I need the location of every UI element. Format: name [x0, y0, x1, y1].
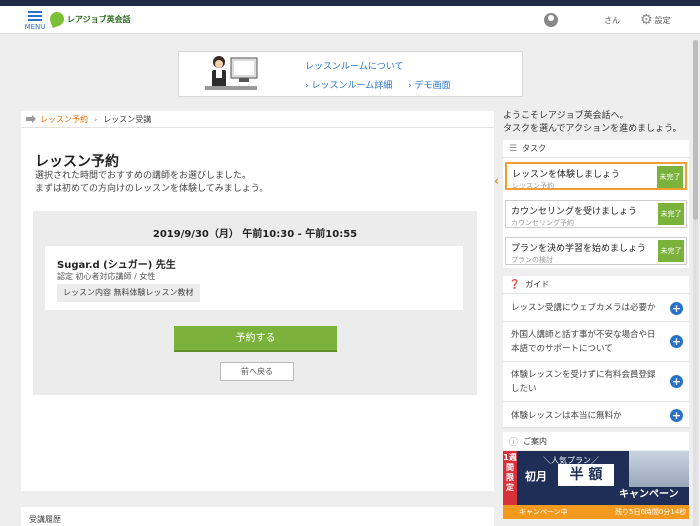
welcome-line: タスクを選んでアクションを進めましょう。: [503, 124, 682, 134]
lesson-history-card: 受講履歴: [21, 507, 494, 526]
promo-campaign: キャンペーン: [619, 489, 679, 500]
lesson-room-banner: レッスンルームについて › レッスンルーム詳細 › デモ画面: [178, 51, 523, 97]
info-panel: ⓘ ご案内: [503, 432, 689, 450]
lesson-history-label: 受講履歴: [29, 515, 61, 524]
hamburger-icon: [28, 11, 42, 13]
guide-text: 体験レッスンは本当に無料か: [511, 411, 622, 421]
lesson-summary-box: 2019/9/30（月） 午前10:30 - 午前10:55 Sugar.d (…: [33, 211, 477, 395]
task-item[interactable]: プランを決め学習を始めましょう プランの検討 未完了: [505, 237, 687, 265]
campaign-banner[interactable]: 1週間限定 ＼人気プラン／ 初月 半 額 キャンペーン: [503, 451, 689, 505]
banner-title: レッスンルームについて: [305, 62, 404, 72]
campaign-countdown: 残り5日6時間0分14秒: [615, 508, 687, 516]
sidebar: ようこそレアジョブ英会話へ。 タスクを選んでアクションを進めましょう。 ☰ タス…: [503, 110, 689, 450]
campaign-status: キャンペーン中: [519, 508, 568, 516]
breadcrumb-step-lesson: レッスン受講: [103, 114, 152, 124]
teacher-card: Sugar.d (シュガー) 先生 認定 初心者対応講師 / 女性 レッスン内容…: [45, 246, 463, 310]
task-subtitle: カウンセリング予約: [511, 219, 574, 227]
intro-line: まずは初めての方向けのレッスンを体験してみましょう。: [35, 184, 269, 194]
guide-item[interactable]: レッスン受講にウェブカメラは必要か +: [503, 294, 689, 322]
guide-text: 体験レッスンを受けずに有料会員登録したい: [511, 370, 656, 394]
menu-label: MENU: [24, 23, 46, 31]
teacher-name: Sugar.d (シュガー) 先生: [57, 260, 176, 271]
lesson-room-detail-link[interactable]: › レッスンルーム詳細: [305, 78, 392, 91]
scrollbar-thumb[interactable]: [693, 40, 698, 220]
plus-icon[interactable]: +: [670, 375, 683, 388]
welcome-line: ようこそレアジョブ英会話へ。: [503, 111, 629, 121]
guide-heading-label: ガイド: [525, 280, 550, 289]
plus-icon[interactable]: +: [670, 409, 683, 422]
promo-first-month: 初月: [525, 470, 547, 483]
guide-item[interactable]: 外国人講師と話す事が不安な場合や日本語でのサポートについて +: [503, 322, 689, 362]
status-badge: 未完了: [658, 240, 684, 262]
gear-icon: ⚙: [640, 12, 653, 28]
task-title: カウンセリングを受けましょう: [511, 207, 638, 217]
info-icon: ⓘ: [509, 437, 519, 448]
user-icon[interactable]: [544, 13, 558, 27]
task-item[interactable]: レッスンを体験しましょう レッスン予約 未完了: [505, 162, 687, 190]
welcome-message: ようこそレアジョブ英会話へ。 タスクを選んでアクションを進めましょう。: [503, 110, 689, 136]
settings-label: 設定: [654, 15, 671, 25]
lesson-reservation-card: レッスン予約 › レッスン受講 レッスン予約 選択された時間でおすすめの講師をお…: [21, 111, 494, 491]
info-heading: ⓘ ご案内: [503, 432, 689, 450]
logo-text: レアジョブ英会話: [67, 14, 131, 24]
demo-screen-link[interactable]: › デモ画面: [408, 78, 450, 91]
plus-icon[interactable]: +: [670, 302, 683, 315]
breadcrumb: レッスン予約 › レッスン受講: [21, 111, 494, 128]
guide-item[interactable]: 体験レッスンは本当に無料か +: [503, 402, 689, 428]
guide-item[interactable]: 体験レッスンを受けずに有料会員登録したい +: [503, 362, 689, 402]
back-button[interactable]: 前へ戻る: [220, 362, 294, 381]
chevron-right-icon: ›: [94, 114, 98, 124]
status-badge: 未完了: [658, 203, 684, 225]
task-heading: ☰ タスク: [503, 140, 689, 158]
info-icon: ❓: [509, 279, 521, 290]
task-item[interactable]: カウンセリングを受けましょう カウンセリング予約 未完了: [505, 200, 687, 228]
guide-panel: ❓ ガイド レッスン受講にウェブカメラは必要か + 外国人講師と話す事が不安な場…: [503, 276, 689, 428]
page-title: レッスン予約: [35, 154, 119, 170]
task-title: プランを決め学習を始めましょう: [511, 244, 647, 254]
settings-button[interactable]: ⚙ 設定: [640, 13, 671, 27]
intro-line: 選択された時間でおすすめの講師をお選びしました。: [35, 171, 252, 181]
lesson-content-tag: レッスン内容 無料体験レッスン教材: [57, 284, 200, 302]
task-subtitle: レッスン予約: [512, 182, 554, 190]
lesson-datetime: 2019/9/30（月） 午前10:30 - 午前10:55: [152, 229, 358, 240]
intro-text: 選択された時間でおすすめの講師をお選びしました。 まずは初めての方向けのレッスン…: [35, 170, 268, 196]
logo[interactable]: レアジョブ英会話: [48, 10, 131, 28]
task-title: レッスンを体験しましょう: [512, 170, 621, 180]
chevron-left-icon[interactable]: ‹: [494, 174, 504, 188]
menu-button[interactable]: MENU: [22, 10, 48, 32]
guide-text: レッスン受講にウェブカメラは必要か: [511, 303, 656, 313]
promo-half-price: 半 額: [558, 464, 614, 486]
task-subtitle: プランの検討: [511, 256, 553, 264]
list-icon: ☰: [509, 143, 518, 154]
promo-side-label: 1週間限定: [503, 451, 517, 505]
guide-text: 外国人講師と話す事が不安な場合や日本語でのサポートについて: [511, 330, 656, 354]
logo-mark-icon: [48, 10, 66, 28]
guide-heading: ❓ ガイド: [503, 276, 689, 294]
breadcrumb-step-reservation: レッスン予約: [40, 114, 88, 124]
user-name[interactable]: さん: [604, 15, 620, 26]
task-panel: ☰ タスク レッスンを体験しましょう レッスン予約 未完了 カウンセリングを受け…: [503, 140, 689, 268]
teacher-qualification: 認定 初心者対応講師 / 女性: [57, 272, 156, 281]
reserve-button[interactable]: 予約する: [174, 326, 337, 352]
teacher-illustration: [205, 56, 258, 90]
arrow-right-icon: [26, 115, 36, 123]
info-heading-label: ご案内: [523, 436, 548, 446]
task-heading-label: タスク: [522, 144, 547, 153]
header: MENU レアジョブ英会話 さん ⚙ 設定: [0, 6, 700, 34]
plus-icon[interactable]: +: [670, 335, 683, 348]
promo-photo: [629, 451, 689, 487]
status-badge: 未完了: [657, 166, 683, 188]
campaign-countdown-bar[interactable]: キャンペーン中 残り5日6時間0分14秒: [503, 505, 689, 519]
